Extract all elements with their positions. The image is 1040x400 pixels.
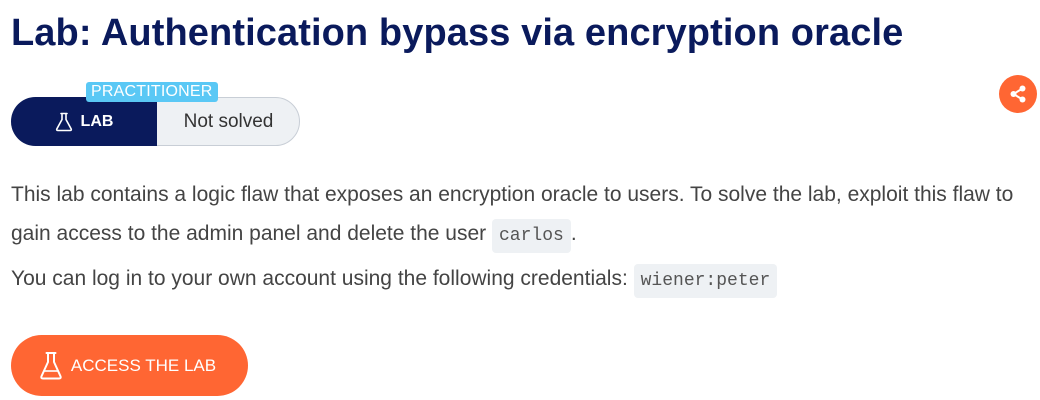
difficulty-badge: PRACTITIONER: [86, 82, 218, 102]
share-button[interactable]: [999, 75, 1037, 113]
flask-icon: [55, 112, 73, 132]
flask-icon: [39, 351, 63, 381]
description-paragraph: This lab contains a logic flaw that expo…: [11, 175, 1021, 256]
username-code: carlos: [492, 219, 571, 253]
credentials-text: You can log in to your own account using…: [11, 267, 634, 290]
credentials-code: wiener:peter: [633, 264, 778, 298]
lab-status-widget: LAB Not solved: [11, 97, 300, 146]
description-text-end: .: [570, 222, 577, 245]
access-lab-label: ACCESS THE LAB: [70, 355, 217, 375]
lab-description: This lab contains a logic flaw that expo…: [11, 175, 1021, 301]
solve-status: Not solved: [183, 110, 274, 132]
page-title: Lab: Authentication bypass via encryptio…: [11, 12, 904, 54]
lab-type-pill: LAB: [11, 97, 157, 146]
credentials-paragraph: You can log in to your own account using…: [11, 259, 1021, 301]
lab-label: LAB: [80, 112, 114, 130]
share-icon: [1008, 84, 1028, 104]
access-lab-button[interactable]: ACCESS THE LAB: [11, 335, 248, 396]
